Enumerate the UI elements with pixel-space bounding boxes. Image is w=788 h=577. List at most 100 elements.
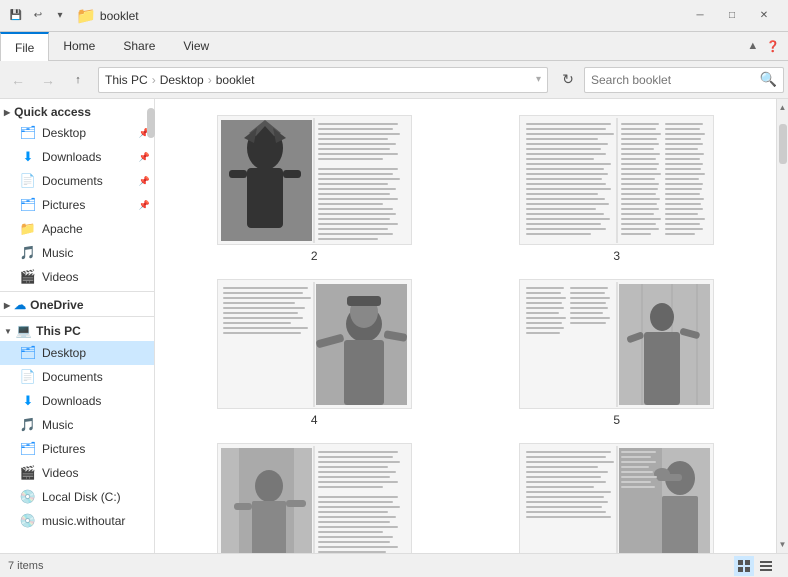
- downloads2-icon: ⬇: [20, 393, 36, 409]
- search-input[interactable]: [591, 73, 760, 87]
- title-bar: 💾 ↩ ▾ 📁 booklet ─ □ ✕: [0, 0, 788, 32]
- sidebar-item-documents[interactable]: 📄 Documents 📌: [0, 169, 154, 193]
- tab-view[interactable]: View: [169, 32, 223, 60]
- sidebar-item-label: Pictures: [42, 442, 150, 456]
- ribbon-collapse-btn[interactable]: ▲: [747, 40, 758, 52]
- sidebar-item-label: Documents: [42, 370, 150, 384]
- sidebar-item-desktop2[interactable]: 🗂 Desktop: [0, 341, 154, 365]
- sidebar-item-music2[interactable]: 🎵 Music: [0, 413, 154, 437]
- onedrive-cloud-icon: ☁: [14, 298, 26, 312]
- sidebar-item-music-without[interactable]: 💿 music.withoutar: [0, 509, 154, 533]
- downloads-icon: ⬇: [20, 149, 36, 165]
- sidebar: ▶ Quick access 🗂 Desktop 📌 ⬇ Downloads 📌…: [0, 99, 155, 553]
- apache-icon: 📁: [20, 221, 36, 237]
- breadcrumb-current: booklet: [216, 73, 255, 87]
- forward-button[interactable]: →: [34, 66, 62, 94]
- view-large-icons-button[interactable]: [734, 556, 754, 576]
- sidebar-item-pictures[interactable]: 🗂 Pictures 📌: [0, 193, 154, 217]
- sidebar-item-documents2[interactable]: 📄 Documents: [0, 365, 154, 389]
- thumbnail-item-5[interactable]: 5: [474, 279, 761, 427]
- music2-icon: 🎵: [20, 417, 36, 433]
- search-box: 🔍: [584, 67, 784, 93]
- pin-icon: 📌: [139, 176, 150, 187]
- sidebar-item-label: Videos: [42, 466, 150, 480]
- sidebar-divider-2: [0, 316, 154, 317]
- sidebar-item-label: Desktop: [42, 126, 137, 140]
- window-title: booklet: [100, 9, 139, 23]
- pin-icon: 📌: [139, 200, 150, 211]
- view-icons: [734, 556, 776, 576]
- thumbnail-item-3[interactable]: 3: [474, 115, 761, 263]
- nav-bar: ← → ↑ This PC › Desktop › booklet ▾ ↻ 🔍: [0, 61, 788, 99]
- sidebar-section-onedrive: ▶ ☁ OneDrive: [0, 294, 154, 314]
- thumbnail-label-3: 3: [613, 249, 620, 263]
- main-area: ▶ Quick access 🗂 Desktop 📌 ⬇ Downloads 📌…: [0, 99, 788, 553]
- sidebar-item-label: Videos: [42, 270, 150, 284]
- sidebar-item-desktop[interactable]: 🗂 Desktop 📌: [0, 121, 154, 145]
- sidebar-divider-1: [0, 291, 154, 292]
- save-icon[interactable]: 💾: [8, 8, 24, 24]
- sidebar-item-label: Documents: [42, 174, 137, 188]
- quick-access-label: Quick access: [14, 105, 91, 119]
- scrollbar-up-arrow[interactable]: ▲: [777, 101, 788, 114]
- view-list-button[interactable]: [756, 556, 776, 576]
- maximize-button[interactable]: □: [716, 0, 748, 32]
- thumbnail-item-6[interactable]: 6: [171, 443, 458, 553]
- this-pc-chevron: ▼: [4, 327, 12, 336]
- pin-icon: 📌: [139, 152, 150, 163]
- videos2-icon: 🎬: [20, 465, 36, 481]
- undo-icon[interactable]: ↩: [30, 8, 46, 24]
- thumbnail-item-4[interactable]: 4: [171, 279, 458, 427]
- thumbnail-item-7[interactable]: 7: [474, 443, 761, 553]
- tab-home[interactable]: Home: [49, 32, 109, 60]
- sidebar-item-music[interactable]: 🎵 Music: [0, 241, 154, 265]
- scrollbar-thumb[interactable]: [779, 124, 787, 164]
- menu-icon[interactable]: ▾: [52, 8, 68, 24]
- search-icon[interactable]: 🔍: [760, 71, 777, 88]
- this-pc-icon: 💻: [16, 323, 32, 339]
- sidebar-item-local-disk[interactable]: 💿 Local Disk (C:): [0, 485, 154, 509]
- breadcrumb-sep2: ›: [208, 73, 212, 87]
- up-button[interactable]: ↑: [64, 66, 92, 94]
- sidebar-item-downloads[interactable]: ⬇ Downloads 📌: [0, 145, 154, 169]
- window-controls: ─ □ ✕: [684, 0, 780, 32]
- sidebar-section-quick-access: ▶ Quick access 🗂 Desktop 📌 ⬇ Downloads 📌…: [0, 101, 154, 289]
- vertical-scrollbar[interactable]: ▲ ▼: [776, 99, 788, 553]
- sidebar-scrollbar-thumb[interactable]: [147, 108, 155, 138]
- tab-file[interactable]: File: [0, 32, 49, 61]
- sidebar-section-this-pc: ▼ 💻 This PC 🗂 Desktop 📄 Documents ⬇ Down…: [0, 319, 154, 533]
- item-count: 7 items: [8, 560, 43, 572]
- onedrive-header[interactable]: ▶ ☁ OneDrive: [0, 294, 154, 314]
- close-button[interactable]: ✕: [748, 0, 780, 32]
- documents2-icon: 📄: [20, 369, 36, 385]
- sidebar-item-downloads2[interactable]: ⬇ Downloads: [0, 389, 154, 413]
- desktop-icon: 🗂: [20, 125, 36, 141]
- sidebar-item-pictures2[interactable]: 🗂 Pictures: [0, 437, 154, 461]
- ribbon-tabs: File Home Share View ▲ ❓: [0, 32, 788, 60]
- back-button[interactable]: ←: [4, 66, 32, 94]
- sidebar-item-videos2[interactable]: 🎬 Videos: [0, 461, 154, 485]
- thumbnail-image-5: [519, 279, 714, 409]
- minimize-button[interactable]: ─: [684, 0, 716, 32]
- thumbnail-image-2: [217, 115, 412, 245]
- sidebar-item-videos[interactable]: 🎬 Videos: [0, 265, 154, 289]
- breadcrumb-sep1: ›: [152, 73, 156, 87]
- breadcrumb[interactable]: This PC › Desktop › booklet ▾: [98, 67, 548, 93]
- this-pc-header[interactable]: ▼ 💻 This PC: [0, 319, 154, 341]
- sidebar-item-label: Pictures: [42, 198, 137, 212]
- quick-access-header[interactable]: ▶ Quick access: [0, 101, 154, 121]
- thumbnail-item-2[interactable]: 2: [171, 115, 458, 263]
- desktop2-icon: 🗂: [20, 345, 36, 361]
- onedrive-label: OneDrive: [30, 298, 83, 312]
- sidebar-item-apache[interactable]: 📁 Apache: [0, 217, 154, 241]
- thumbnail-image-6: [217, 443, 412, 553]
- refresh-button[interactable]: ↻: [554, 66, 582, 94]
- this-pc-label: This PC: [36, 324, 81, 338]
- documents-icon: 📄: [20, 173, 36, 189]
- tab-share[interactable]: Share: [109, 32, 169, 60]
- help-icon[interactable]: ❓: [766, 40, 780, 53]
- content-area: 2: [155, 99, 776, 553]
- scrollbar-down-arrow[interactable]: ▼: [777, 538, 788, 551]
- thumbnail-image-4: [217, 279, 412, 409]
- breadcrumb-thispc: This PC: [105, 73, 148, 87]
